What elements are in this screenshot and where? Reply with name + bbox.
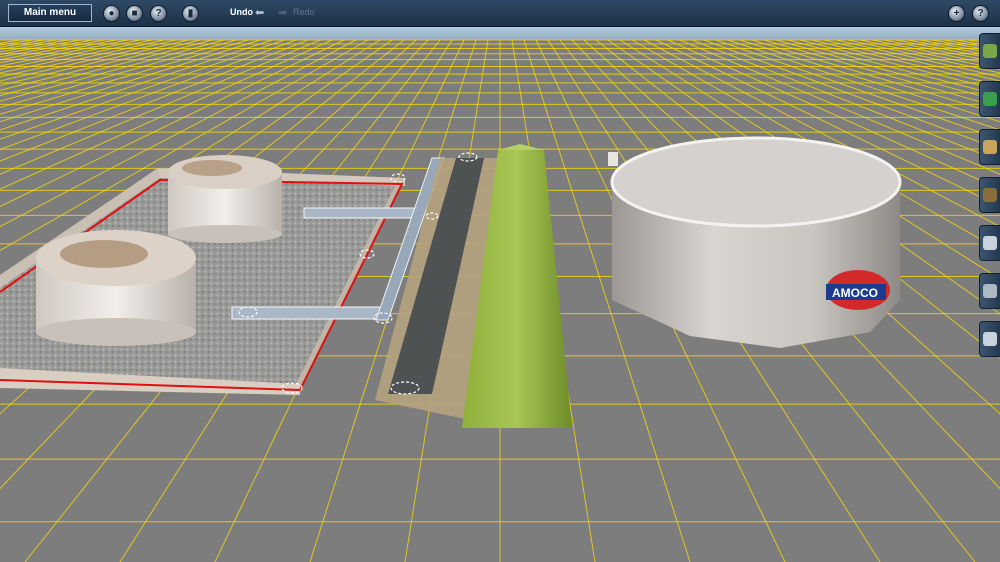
camera-icon[interactable]: ● <box>103 5 120 22</box>
layers-tool-button[interactable] <box>979 273 1000 309</box>
layers-icon <box>983 284 997 298</box>
undo-label[interactable]: Undo <box>230 7 253 17</box>
large-storage-tank: AMOCO <box>608 136 902 348</box>
objects-tool-button[interactable] <box>979 129 1000 165</box>
sky <box>0 27 1000 41</box>
trees-icon <box>983 92 997 106</box>
terrain-paint-tool-button[interactable] <box>979 33 1000 69</box>
help-icon[interactable]: ? <box>972 5 989 22</box>
redo-arrow-icon: ➡ <box>278 7 288 19</box>
track-icon <box>983 188 997 202</box>
tank-sign-text: AMOCO <box>832 286 878 300</box>
add-icon[interactable]: + <box>948 5 965 22</box>
settings-tool-button[interactable] <box>979 321 1000 357</box>
undo-arrow-icon[interactable]: ⬅ <box>255 6 264 19</box>
tools-icon <box>983 236 997 250</box>
3d-viewport[interactable]: AMOCO <box>0 27 1000 562</box>
top-toolbar: Main menu ● ■ ? ▮ Undo ⬅ ➡ Redo + ? <box>0 0 1000 27</box>
save-icon[interactable]: ■ <box>126 5 143 22</box>
settings-icon <box>983 332 997 346</box>
tools-tool-button[interactable] <box>979 225 1000 261</box>
info-icon[interactable]: ? <box>150 5 167 22</box>
main-menu-button[interactable]: Main menu <box>8 4 92 22</box>
redo-label: Redo <box>293 7 315 17</box>
objects-icon <box>983 140 997 154</box>
trees-tool-button[interactable] <box>979 81 1000 117</box>
delete-icon[interactable]: ▮ <box>182 5 199 22</box>
terrain-paint-icon <box>983 44 997 58</box>
track-tool-button[interactable] <box>979 177 1000 213</box>
